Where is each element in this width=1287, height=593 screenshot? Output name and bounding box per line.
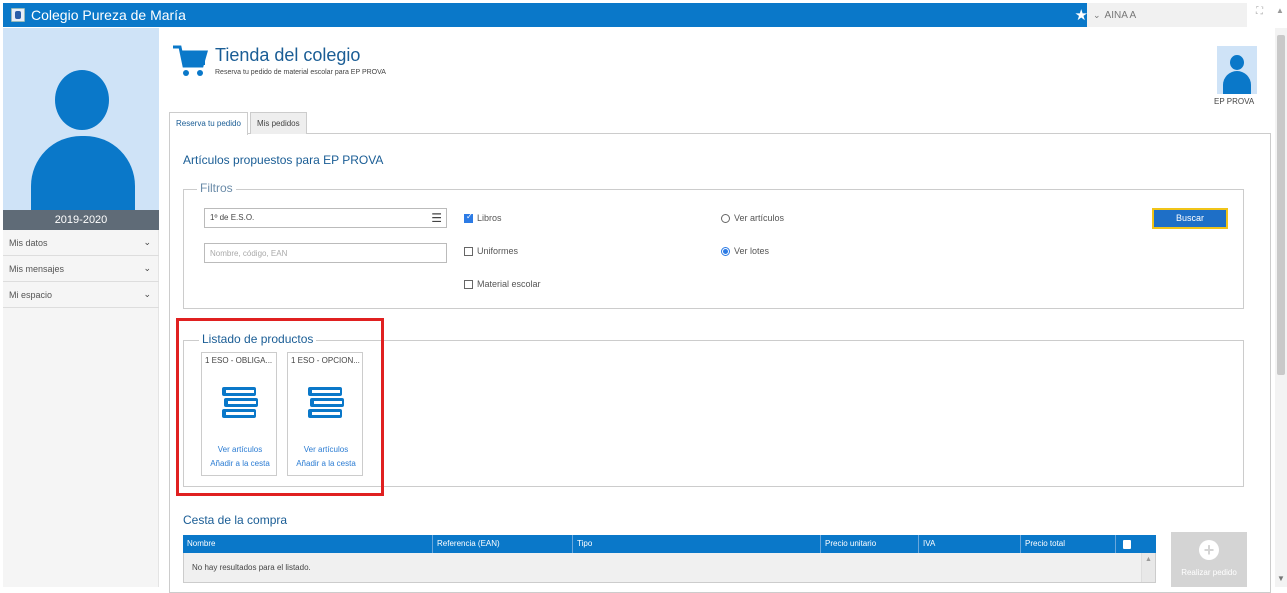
column-header[interactable]: Precio unitario (821, 535, 919, 553)
tab-mis-pedidos[interactable]: Mis pedidos (249, 112, 307, 134)
page-title: Tienda del colegio (215, 45, 361, 65)
place-order-button[interactable]: + Realizar pedido (1171, 532, 1247, 587)
radio-label: Ver artículos (734, 213, 785, 223)
star-icon[interactable]: ★ (1075, 6, 1088, 24)
chevron-down-icon: ⌄ (1093, 9, 1101, 20)
list-icon[interactable]: ☰ (431, 211, 442, 225)
page-scrollbar-thumb[interactable] (1277, 35, 1285, 375)
search-button[interactable]: Buscar (1152, 208, 1228, 229)
cart-table-header: Nombre Referencia (EAN) Tipo Precio unit… (183, 535, 1156, 553)
user-menu[interactable]: ⌄ AINA A (1087, 3, 1247, 27)
sidebar-item-label: Mis mensajes (9, 263, 65, 274)
chevron-down-icon: ⌄ (143, 289, 151, 299)
column-header[interactable]: IVA (919, 535, 1021, 553)
checkbox-libros[interactable]: Libros (464, 212, 502, 223)
page-subtitle: Reserva tu pedido de material escolar pa… (215, 69, 386, 76)
fullscreen-icon[interactable]: ⛶ (1256, 6, 1263, 17)
tab-reserva-tu-pedido[interactable]: Reserva tu pedido (169, 112, 248, 135)
checkbox-unchecked[interactable] (464, 246, 473, 256)
radio-ver-lotes[interactable]: Ver lotes (721, 246, 769, 256)
chevron-down-icon: ⌄ (143, 237, 151, 247)
sidebar-item-label: Mi espacio (9, 289, 53, 300)
avatar-body (31, 136, 135, 210)
sidebar-menu: Mis datos ⌄ Mis mensajes ⌄ Mi espacio ⌄ (3, 230, 159, 308)
course-select[interactable]: 1º de E.S.O. ☰ (204, 208, 447, 228)
place-order-label: Realizar pedido (1181, 568, 1237, 577)
top-bar: Colegio Pureza de María ★ ⌄ AINA A ⛶ ▲ (0, 0, 1287, 28)
sidebar-item-mis-datos[interactable]: Mis datos ⌄ (3, 230, 159, 256)
sidebar: 2019-2020 Mis datos ⌄ Mis mensajes ⌄ Mi … (3, 28, 159, 587)
student-avatar[interactable] (1217, 46, 1257, 94)
radio-ver-articulos[interactable]: Ver artículos (721, 213, 784, 223)
sidebar-item-label: Mis datos (9, 237, 48, 248)
sidebar-item-mi-espacio[interactable]: Mi espacio ⌄ (3, 282, 159, 308)
highlight-box (176, 318, 384, 496)
cart-table-body: No hay resultados para el listado. ▲ (183, 553, 1156, 583)
checkbox-label: Libros (477, 213, 502, 223)
profile-avatar[interactable] (3, 28, 159, 210)
tab-bar: Reserva tu pedido Mis pedidos (169, 112, 309, 135)
column-header[interactable]: Precio total (1021, 535, 1116, 553)
column-header[interactable]: Referencia (EAN) (433, 535, 573, 553)
radio-label: Ver lotes (734, 246, 770, 256)
course-select-value: 1º de E.S.O. (210, 213, 255, 222)
user-name: AINA A (1104, 9, 1137, 21)
checkbox-material-escolar[interactable]: Material escolar (464, 279, 541, 289)
cart-table: Nombre Referencia (EAN) Tipo Precio unit… (183, 535, 1156, 583)
checkbox-unchecked[interactable] (464, 279, 473, 289)
chevron-down-icon: ⌄ (143, 263, 151, 273)
checkbox-label: Material escolar (477, 279, 541, 289)
column-header[interactable]: Tipo (573, 535, 821, 553)
avatar-head (1230, 55, 1244, 70)
avatar-body (1223, 71, 1251, 94)
cart-title: Cesta de la compra (183, 513, 288, 527)
scroll-down-arrow[interactable]: ▼ (1277, 574, 1285, 583)
checkbox-uniformes[interactable]: Uniformes (464, 246, 518, 256)
school-logo-icon (11, 8, 25, 22)
school-year: 2019-2020 (3, 210, 159, 230)
plus-icon: + (1199, 540, 1219, 560)
scroll-up-arrow[interactable]: ▲ (1276, 6, 1284, 15)
table-scrollbar[interactable]: ▲ (1141, 553, 1155, 582)
shopping-cart-icon (173, 45, 208, 76)
search-input[interactable] (204, 243, 447, 263)
avatar-head (55, 70, 109, 130)
column-header[interactable]: Nombre (183, 535, 433, 553)
sidebar-item-mis-mensajes[interactable]: Mis mensajes ⌄ (3, 256, 159, 282)
checkbox-label: Uniformes (477, 246, 519, 256)
app-header: Colegio Pureza de María ★ (3, 3, 1098, 27)
radio-selected[interactable] (721, 246, 730, 256)
radio-unselected[interactable] (721, 213, 730, 223)
checkbox-checked[interactable] (464, 212, 473, 223)
filters-legend: Filtros (197, 181, 236, 195)
empty-message: No hay resultados para el listado. (192, 563, 311, 572)
student-name: EP PROVA (1214, 97, 1255, 106)
app-title[interactable]: Colegio Pureza de María (31, 7, 186, 23)
trash-icon[interactable] (1123, 540, 1131, 549)
section-title: Artículos propuestos para EP PROVA (183, 153, 384, 167)
column-header-actions[interactable] (1116, 535, 1136, 553)
